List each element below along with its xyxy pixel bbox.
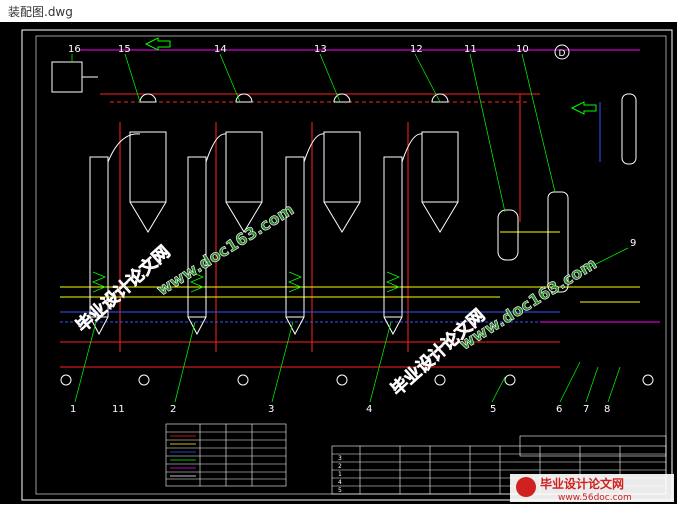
footer-site-url: www.56doc.com (558, 493, 632, 503)
callout-5: 5 (490, 404, 496, 415)
callout-4: 4 (366, 404, 372, 415)
callout-leaders (71, 53, 629, 403)
callout-16: 16 (68, 44, 81, 55)
watermark-site-url: www.doc163.com (153, 200, 297, 300)
callout-11-bottom: 11 (112, 404, 125, 415)
callout-12: 12 (410, 44, 423, 55)
watermark-group-2: www.doc163.com (153, 199, 298, 300)
callout-15: 15 (118, 44, 131, 55)
watermark-site-cn: 毕业设计论文网 (387, 305, 489, 400)
watermark-group-3: 毕业设计论文网 (386, 305, 489, 401)
callout-2: 2 (170, 404, 176, 415)
pumps (60, 374, 654, 386)
window-titlebar: 装配图.dwg (0, 0, 677, 22)
watermark-group-4: www.doc163.com (456, 254, 601, 354)
parts-list-row-4: 4 (338, 479, 342, 486)
cad-drawing[interactable]: D 16 15 14 13 12 11 10 9 1 11 2 3 4 5 6 … (0, 22, 677, 504)
callout-1: 1 (70, 404, 76, 415)
callout-10: 10 (516, 44, 529, 55)
callout-11-top: 11 (464, 44, 477, 55)
drawing-canvas[interactable]: D 16 15 14 13 12 11 10 9 1 11 2 3 4 5 6 … (0, 22, 677, 504)
callout-14: 14 (214, 44, 227, 55)
motor-label: D (559, 49, 566, 59)
parts-list-row-5: 5 (338, 487, 342, 494)
inlet-arrow-icon (144, 37, 171, 51)
callout-13: 13 (314, 44, 327, 55)
parts-list-row-1: 1 (338, 471, 342, 478)
footer-site-cn: 毕业设计论文网 (540, 476, 624, 491)
callout-7: 7 (583, 404, 589, 415)
callout-3: 3 (268, 404, 274, 415)
watermark-site-url: www.doc163.com (456, 254, 600, 354)
legend-table (165, 423, 287, 487)
parts-list-row-3: 3 (338, 455, 342, 462)
inlet-arrow-icon (570, 101, 597, 115)
parts-list-row-2: 2 (338, 463, 342, 470)
callout-9: 9 (630, 238, 636, 249)
callout-8: 8 (604, 404, 610, 415)
callout-6: 6 (556, 404, 562, 415)
footer-logo-icon (516, 477, 536, 497)
window-title: 装配图.dwg (8, 5, 73, 19)
